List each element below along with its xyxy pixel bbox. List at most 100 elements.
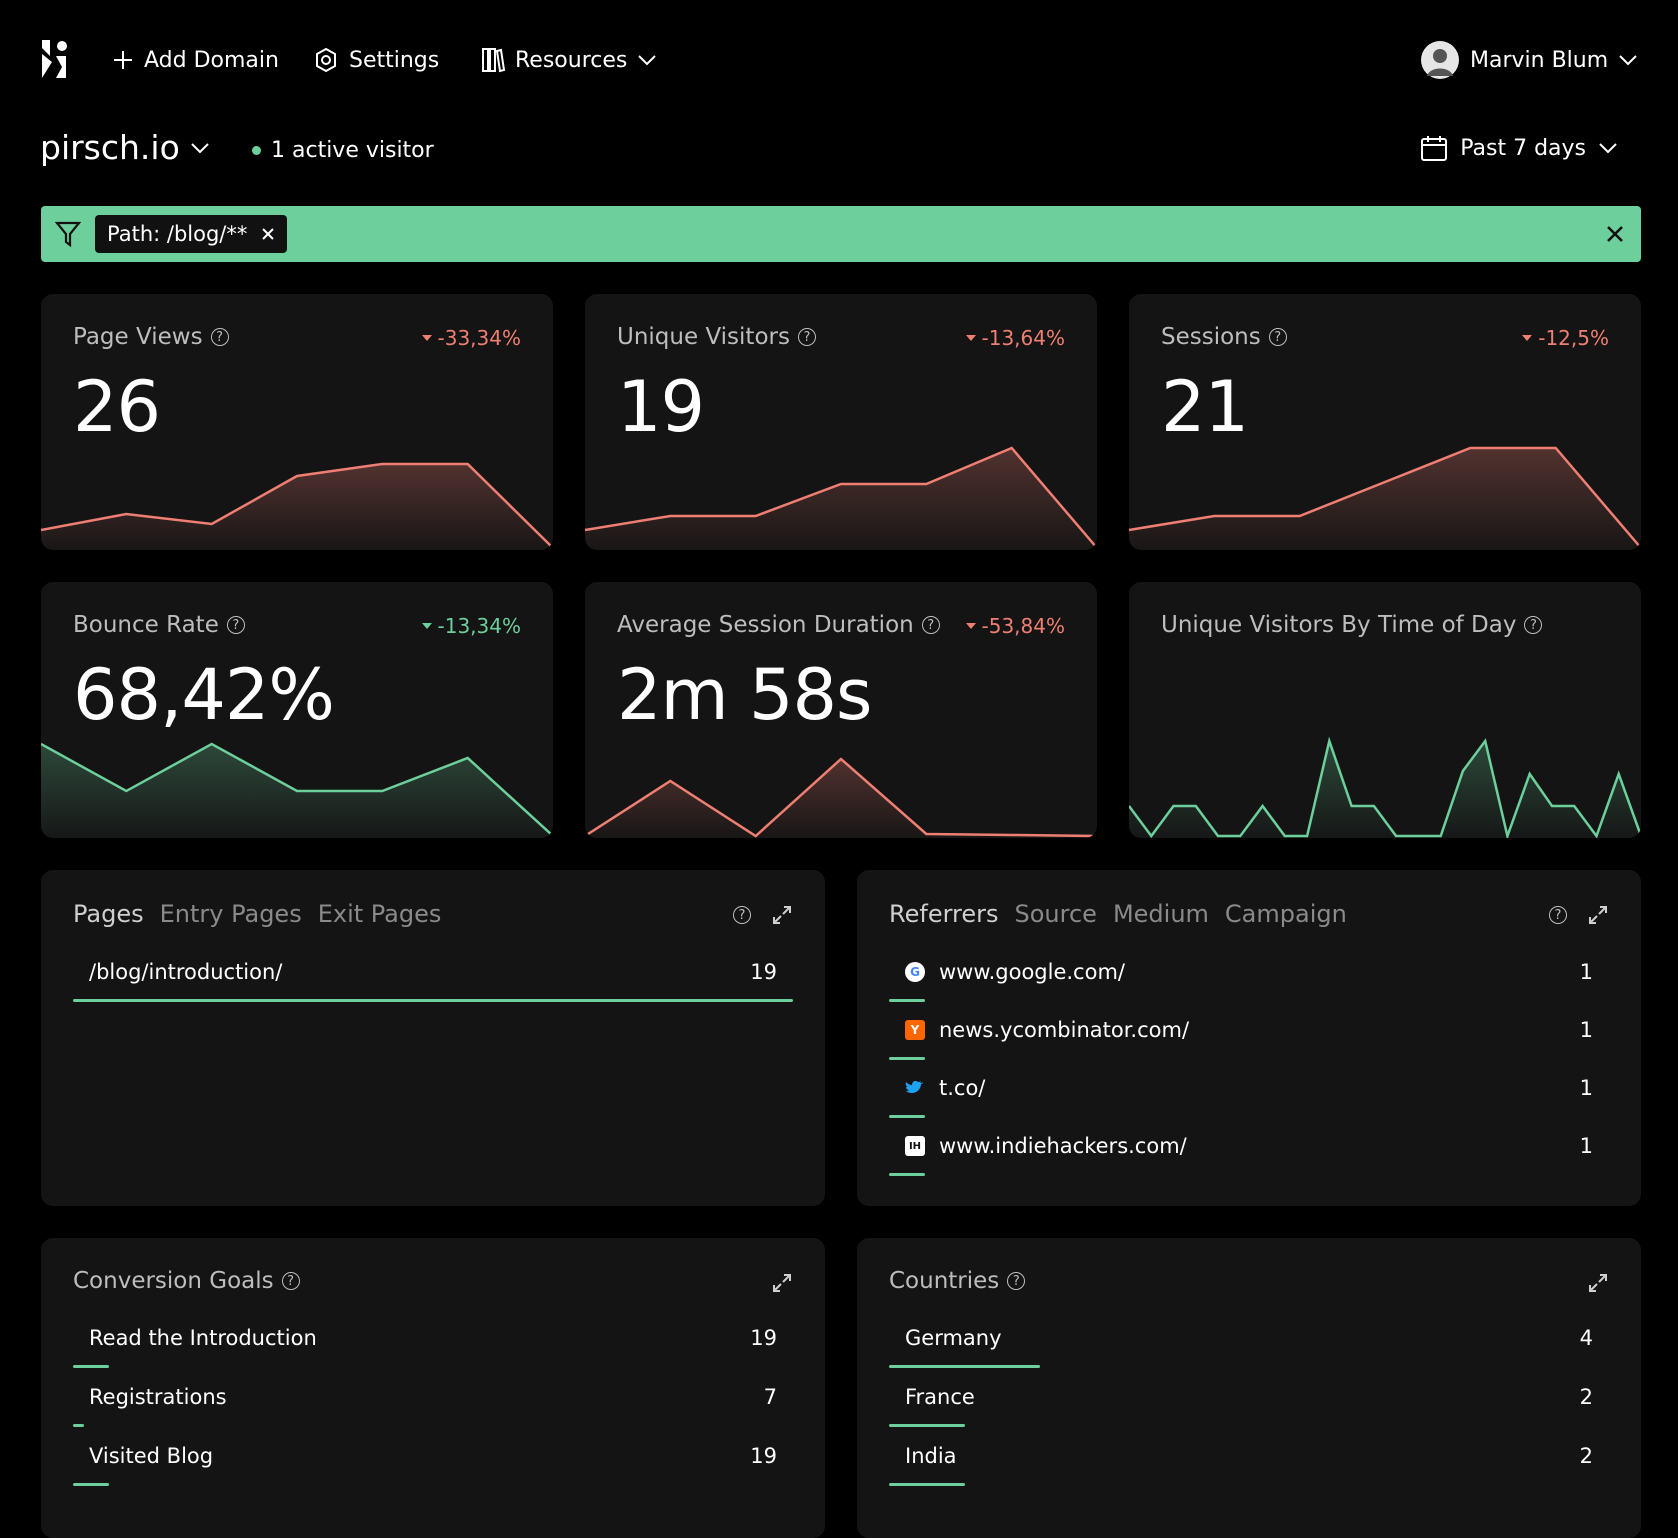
card-title: Sessions?	[1161, 324, 1287, 350]
help-icon[interactable]: ?	[226, 616, 245, 634]
chevron-down-icon	[1619, 55, 1637, 66]
period-label: Past 7 days	[1460, 135, 1586, 161]
help-icon[interactable]: ?	[1549, 906, 1567, 924]
country-count: 2	[1579, 1444, 1593, 1468]
share-bar	[889, 1115, 925, 1118]
expand-icon[interactable]	[771, 1272, 793, 1294]
referrer-count: 1	[1579, 1076, 1593, 1100]
help-icon[interactable]: ?	[733, 906, 751, 924]
sessions-trend: -12,5%	[1538, 326, 1609, 350]
resources-label: Resources	[515, 47, 628, 73]
unique-visitors-card[interactable]: Unique Visitors? -13,64% 19	[585, 294, 1097, 550]
referrers-tabs: Referrers Source Medium Campaign	[889, 900, 1347, 928]
help-icon[interactable]: ?	[210, 328, 229, 346]
referrers-panel: Referrers Source Medium Campaign ? G www…	[857, 870, 1641, 1206]
tab-exit-pages[interactable]: Exit Pages	[318, 900, 442, 928]
conversion-goals-title: Conversion Goals	[73, 1268, 274, 1294]
list-item[interactable]: France 2	[889, 1385, 1609, 1435]
share-bar	[73, 1365, 109, 1368]
avg-session-title: Average Session Duration	[617, 612, 914, 638]
trend-indicator: -33,34%	[421, 326, 521, 350]
help-icon[interactable]: ?	[797, 328, 816, 346]
expand-icon[interactable]	[1587, 1272, 1609, 1294]
sparkline-area	[1129, 448, 1641, 550]
list-item[interactable]: Read the Introduction 19	[73, 1326, 793, 1376]
tab-referrers[interactable]: Referrers	[889, 900, 999, 928]
help-icon[interactable]: ?	[281, 1272, 300, 1290]
chevron-down-icon	[1599, 143, 1617, 154]
trend-down-icon	[421, 335, 432, 341]
share-bar	[889, 1424, 965, 1427]
share-bar	[889, 1173, 925, 1176]
list-item[interactable]: IH www.indiehackers.com/ 1	[889, 1134, 1609, 1184]
trend-indicator: -53,84%	[965, 614, 1065, 638]
unique-visitors-value: 19	[617, 366, 705, 448]
ycombinator-icon: Y	[905, 1020, 925, 1040]
list-item[interactable]: /blog/introduction/ 19	[73, 960, 793, 1010]
settings-label: Settings	[349, 47, 440, 73]
resources-menu[interactable]: Resources	[481, 40, 657, 80]
help-icon[interactable]: ?	[1524, 616, 1543, 634]
list-item[interactable]: G www.google.com/ 1	[889, 960, 1609, 1010]
page-views-card[interactable]: Page Views? -33,34% 26	[41, 294, 553, 550]
card-title: Conversion Goals?	[73, 1268, 300, 1294]
filter-bar: Path: /blog/**	[41, 206, 1641, 262]
expand-icon[interactable]	[771, 904, 793, 926]
unique-visitors-title: Unique Visitors	[617, 324, 790, 350]
trend-indicator: -13,34%	[421, 614, 521, 638]
tab-entry-pages[interactable]: Entry Pages	[160, 900, 302, 928]
list-item[interactable]: Y news.ycombinator.com/ 1	[889, 1018, 1609, 1068]
domain-selector[interactable]: pirsch.io	[40, 128, 210, 167]
trend-down-icon	[1522, 335, 1533, 341]
tab-campaign[interactable]: Campaign	[1225, 900, 1347, 928]
card-title: Page Views?	[73, 324, 229, 350]
referrer-label-wrap: G www.google.com/	[905, 960, 1125, 984]
filter-chip[interactable]: Path: /blog/**	[95, 215, 288, 253]
add-domain-button[interactable]: Add Domain	[112, 40, 279, 80]
tab-source[interactable]: Source	[1015, 900, 1097, 928]
expand-icon[interactable]	[1587, 904, 1609, 926]
filter-chip-label: Path: /blog/**	[107, 222, 248, 246]
time-of-day-card[interactable]: Unique Visitors By Time of Day?	[1129, 582, 1641, 838]
pirsch-logo[interactable]	[40, 38, 70, 80]
list-item[interactable]: India 2	[889, 1444, 1609, 1494]
list-item[interactable]: Visited Blog 19	[73, 1444, 793, 1494]
referrer-name: news.ycombinator.com/	[939, 1018, 1190, 1042]
share-bar	[73, 999, 793, 1002]
clear-filters-icon[interactable]	[1605, 224, 1625, 244]
pages-tabs: Pages Entry Pages Exit Pages	[73, 900, 441, 928]
bounce-rate-sparkline	[41, 742, 553, 838]
indiehackers-icon: IH	[905, 1136, 925, 1156]
list-item[interactable]: t.co/ 1	[889, 1076, 1609, 1126]
tab-pages[interactable]: Pages	[73, 900, 144, 928]
help-icon[interactable]: ?	[921, 616, 940, 634]
goal-count: 19	[750, 1444, 777, 1468]
tab-medium[interactable]: Medium	[1113, 900, 1209, 928]
sessions-card[interactable]: Sessions? -12,5% 21	[1129, 294, 1641, 550]
country-name: France	[905, 1385, 975, 1409]
avg-session-trend: -53,84%	[981, 614, 1065, 638]
panel-actions: ?	[733, 904, 793, 926]
period-selector[interactable]: Past 7 days	[1420, 134, 1618, 162]
avg-session-duration-card[interactable]: Average Session Duration? -53,84% 2m 58s	[585, 582, 1097, 838]
help-icon[interactable]: ?	[1007, 1272, 1026, 1290]
referrer-label-wrap: IH www.indiehackers.com/	[905, 1134, 1187, 1158]
countries-panel: Countries? Germany 4 France 2 India 2	[857, 1238, 1641, 1538]
help-icon[interactable]: ?	[1268, 328, 1287, 346]
user-menu[interactable]: Marvin Blum	[1420, 40, 1638, 80]
domain-name: pirsch.io	[40, 128, 180, 167]
countries-title: Countries	[889, 1268, 1000, 1294]
list-item[interactable]: Germany 4	[889, 1326, 1609, 1376]
page-views-trend: -33,34%	[437, 326, 521, 350]
referrer-label-wrap: t.co/	[905, 1076, 985, 1100]
bounce-rate-card[interactable]: Bounce Rate? -13,34% 68,42%	[41, 582, 553, 838]
chevron-down-icon	[191, 142, 209, 153]
active-visitors-indicator[interactable]: 1 active visitor	[252, 138, 434, 163]
settings-button[interactable]: Settings	[313, 40, 439, 80]
country-count: 4	[1579, 1326, 1593, 1350]
card-title: Average Session Duration?	[617, 612, 940, 638]
close-icon[interactable]	[261, 227, 275, 241]
list-item[interactable]: Registrations 7	[73, 1385, 793, 1435]
country-count: 2	[1579, 1385, 1593, 1409]
goal-name: Registrations	[89, 1385, 227, 1409]
